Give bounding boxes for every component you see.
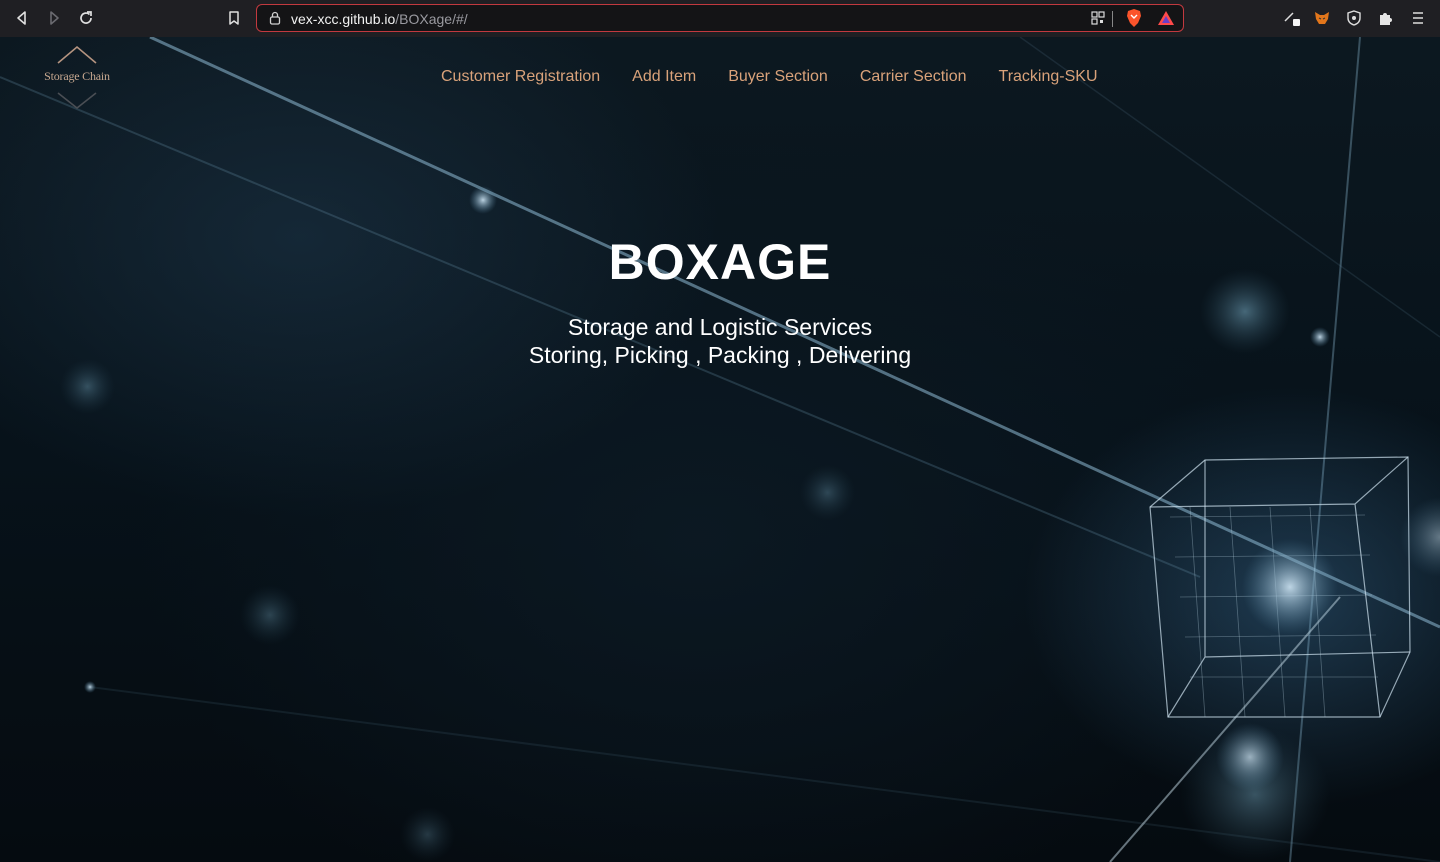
page: Storage Chain Customer Registration Add … [0, 37, 1440, 862]
extension-pen-icon[interactable] [1282, 9, 1300, 27]
bookmark-icon [229, 11, 239, 25]
hero-subtitle-line-1: Storage and Logistic Services [567, 314, 873, 340]
bookmark-button[interactable] [221, 6, 247, 30]
nav-tracking-sku[interactable]: Tracking-SKU [983, 68, 1114, 86]
reload-button[interactable] [73, 6, 99, 30]
browser-toolbar: vex-xcc.github.io/BOXage/#/ [0, 0, 1440, 37]
forward-icon [50, 11, 59, 25]
url-divider [1112, 11, 1113, 27]
main-nav: Customer Registration Add Item Buyer Sec… [425, 68, 1114, 86]
logo-text: Storage Chain [44, 69, 110, 83]
address-bar[interactable]: vex-xcc.github.io/BOXage/#/ [256, 4, 1184, 32]
nav-carrier-section[interactable]: Carrier Section [844, 68, 983, 86]
lock-icon [269, 11, 281, 25]
url-host: vex-xcc.github.io [291, 11, 396, 27]
back-icon [17, 11, 26, 25]
back-button[interactable] [9, 6, 35, 30]
shield-extension-icon[interactable] [1345, 9, 1363, 27]
brave-rewards-icon[interactable] [1157, 9, 1175, 27]
menu-icon[interactable] [1409, 9, 1427, 27]
url-text: vex-xcc.github.io/BOXage/#/ [291, 11, 468, 27]
url-path: /BOXage/#/ [395, 11, 468, 27]
nav-add-item[interactable]: Add Item [616, 68, 712, 86]
nav-buyer-section[interactable]: Buyer Section [712, 68, 844, 86]
metamask-icon[interactable] [1313, 9, 1331, 27]
hero-title: BOXAGE [608, 234, 832, 290]
nav-customer-registration[interactable]: Customer Registration [425, 68, 616, 86]
storage-chain-logo[interactable]: Storage Chain [38, 45, 116, 111]
qr-code-icon[interactable] [1091, 11, 1105, 25]
hero-subtitle: Storage and Logistic Services Storing, P… [0, 313, 1440, 369]
network-background-image [0, 37, 1440, 862]
brave-shields-icon[interactable] [1125, 8, 1143, 28]
forward-button[interactable] [41, 6, 67, 30]
reload-icon [80, 11, 92, 24]
puzzle-icon[interactable] [1377, 9, 1395, 27]
hero-subtitle-line-2: Storing, Picking , Packing , Delivering [528, 342, 912, 368]
